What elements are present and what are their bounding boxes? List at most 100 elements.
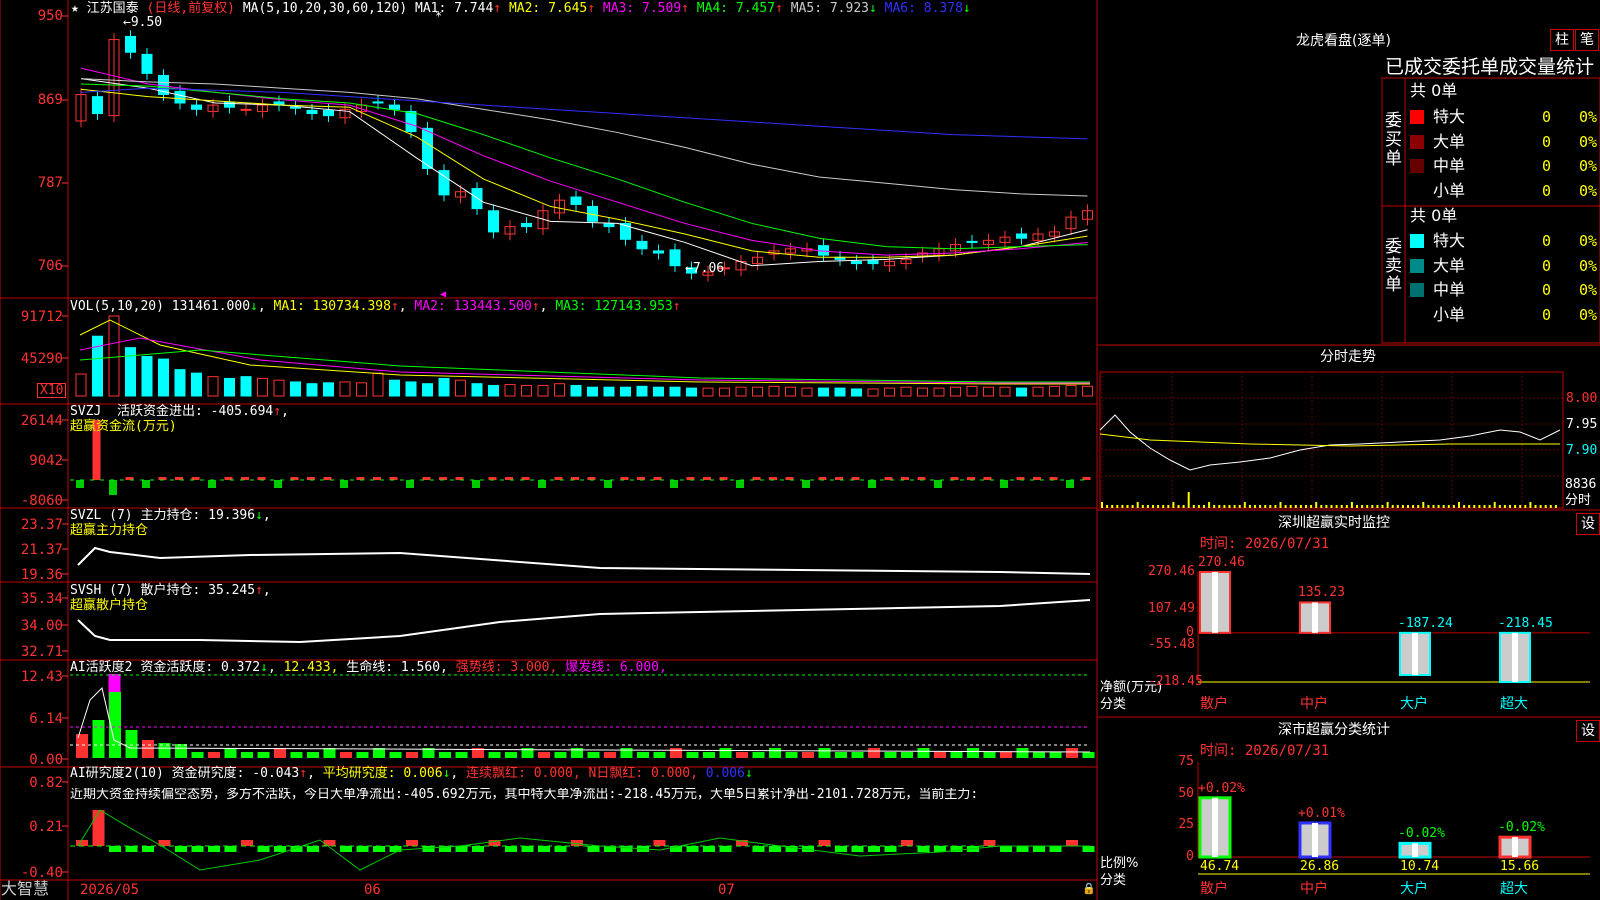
high-price-mark: ←9.50 xyxy=(123,15,163,30)
svzj-bar xyxy=(703,477,711,480)
intraday-vol-bar xyxy=(1152,505,1154,508)
price-candle-body xyxy=(818,245,829,256)
ai-research-bar xyxy=(901,840,913,846)
svzj-bar xyxy=(142,480,150,488)
intraday-vol-bar xyxy=(1299,505,1302,508)
svzj-bar xyxy=(538,480,546,488)
ai-active-bar xyxy=(1016,748,1029,758)
ai-research-bar xyxy=(472,846,484,852)
intraday-vol-bar xyxy=(1473,505,1476,508)
svzj-ytick-1: 9042 xyxy=(29,453,63,469)
intraday-vol-bar xyxy=(1203,505,1205,508)
ai-active-bar xyxy=(967,748,979,758)
sz-monitor-settings-button[interactable]: 设 xyxy=(1576,513,1600,535)
volume-bar xyxy=(669,386,681,397)
intraday-vol-bar xyxy=(1381,505,1384,508)
intraday-vol-bar xyxy=(1126,505,1129,508)
intraday-vol-unit: 分时 xyxy=(1565,493,1592,508)
volume-bar xyxy=(1032,386,1044,397)
sz-ytick-0: 270.46 xyxy=(1148,564,1195,579)
ai-research-bar xyxy=(125,846,138,852)
price-candle-body xyxy=(224,101,235,108)
ma-value-ma1: MA1: 7.744 xyxy=(415,1,494,16)
svzj-bar xyxy=(406,480,414,488)
intraday-vol-bar xyxy=(1192,505,1195,508)
intraday-vol-bar xyxy=(1503,505,1506,508)
bar-mode-button[interactable]: 柱 xyxy=(1550,29,1574,51)
ai-research-bar xyxy=(323,840,336,846)
volume-bar xyxy=(900,386,912,397)
ai-research-bar xyxy=(1066,840,1078,846)
buy-row-pct-2: 0% xyxy=(1579,157,1598,175)
volume-bar xyxy=(471,383,483,397)
tick-mode-button[interactable]: 笔 xyxy=(1575,29,1599,51)
ai-active-bar xyxy=(241,752,253,758)
ai-active-bar xyxy=(554,752,567,758)
sc-change-label-2: -0.02% xyxy=(1398,826,1445,842)
vol-unit-badge: X10 xyxy=(37,383,67,398)
sell-row-pct-3: 0% xyxy=(1579,305,1598,324)
sz-monitor-xlabel: 分类 xyxy=(1100,697,1127,712)
ai-research-bar xyxy=(538,846,550,852)
sc-bar-中户 xyxy=(1298,821,1332,859)
sc-category-1: 中户 xyxy=(1300,881,1328,897)
volume-bar xyxy=(224,377,235,397)
stock-name[interactable]: 江苏国泰 xyxy=(87,1,139,16)
svsh-ytick-2: 32.71 xyxy=(20,644,63,660)
sz-bar-散户 xyxy=(1199,571,1231,634)
ai-active-bar xyxy=(488,752,501,758)
ai-research-bar xyxy=(868,846,880,852)
intraday-title: 分时走势 xyxy=(1320,349,1376,365)
sz-category-0: 散户 xyxy=(1200,696,1228,712)
volume-bar xyxy=(240,376,252,397)
price-candle-body xyxy=(191,104,202,110)
svsh-line xyxy=(77,599,1091,644)
sz-bar-中户 xyxy=(1299,601,1331,634)
svzj-bar xyxy=(670,480,678,488)
ai-research-bar xyxy=(818,840,831,846)
volume-bar xyxy=(521,384,532,397)
ai-active-bar xyxy=(587,752,600,758)
volume-bar xyxy=(488,384,499,397)
ma-value-ma4: MA4: 7.457 xyxy=(688,1,776,16)
ai-research-bar xyxy=(241,840,253,846)
price-ytick-1: 869 xyxy=(37,92,63,108)
sell-row-pct-2: 0% xyxy=(1579,281,1598,299)
intraday-vol-bar xyxy=(1350,502,1353,508)
ai-research-bar xyxy=(719,846,732,852)
ai-active-bar xyxy=(802,752,814,758)
main-chart-canvas: *◀ xyxy=(0,0,1600,900)
intraday-vol-bar xyxy=(1442,505,1445,508)
sc-ytick-3: 0 xyxy=(1186,849,1194,864)
price-candle-body xyxy=(603,222,615,228)
lock-icon[interactable]: 🔒 xyxy=(1082,882,1096,896)
ai-research-bar xyxy=(257,846,270,852)
intraday-vol-bar xyxy=(1330,505,1333,508)
sz-category-3: 超大 xyxy=(1500,696,1528,712)
intraday-vol-bar xyxy=(1310,505,1313,508)
ai-research-line xyxy=(77,809,1090,871)
adjust-mode[interactable]: (日线,前复权) xyxy=(147,1,235,16)
ma-arrow: ↑ xyxy=(493,1,502,16)
volume-bar xyxy=(372,372,384,397)
intraday-vol-bar xyxy=(1544,505,1547,508)
svzj-bar xyxy=(1033,477,1041,480)
sc-category-2: 大户 xyxy=(1400,881,1428,897)
sell-row-count-3: 0 xyxy=(1542,305,1552,324)
ai-active-bar xyxy=(620,748,633,758)
intraday-vol-bar xyxy=(1131,505,1134,508)
ai-active-bar xyxy=(719,748,732,758)
volume-bar xyxy=(867,388,879,397)
intraday-vol-bar xyxy=(1162,505,1165,508)
ma-value-ma3: MA3: 7.509 xyxy=(595,1,682,16)
intraday-vol-bar xyxy=(1447,505,1450,508)
ai-active-bar xyxy=(736,752,748,758)
sc-bar-超大 xyxy=(1498,835,1532,859)
intraday-vol-bar xyxy=(1315,502,1318,508)
ai-active-bar xyxy=(752,752,765,758)
ai-research-bar xyxy=(1082,846,1095,852)
sc-stats-settings-button[interactable]: 设 xyxy=(1576,720,1600,742)
intraday-vol-bar xyxy=(1437,505,1440,508)
price-header: ★ 江苏国泰 (日线,前复权) MA(5,10,20,30,60,120) MA… xyxy=(71,2,971,16)
ai-active-bar xyxy=(208,752,220,758)
